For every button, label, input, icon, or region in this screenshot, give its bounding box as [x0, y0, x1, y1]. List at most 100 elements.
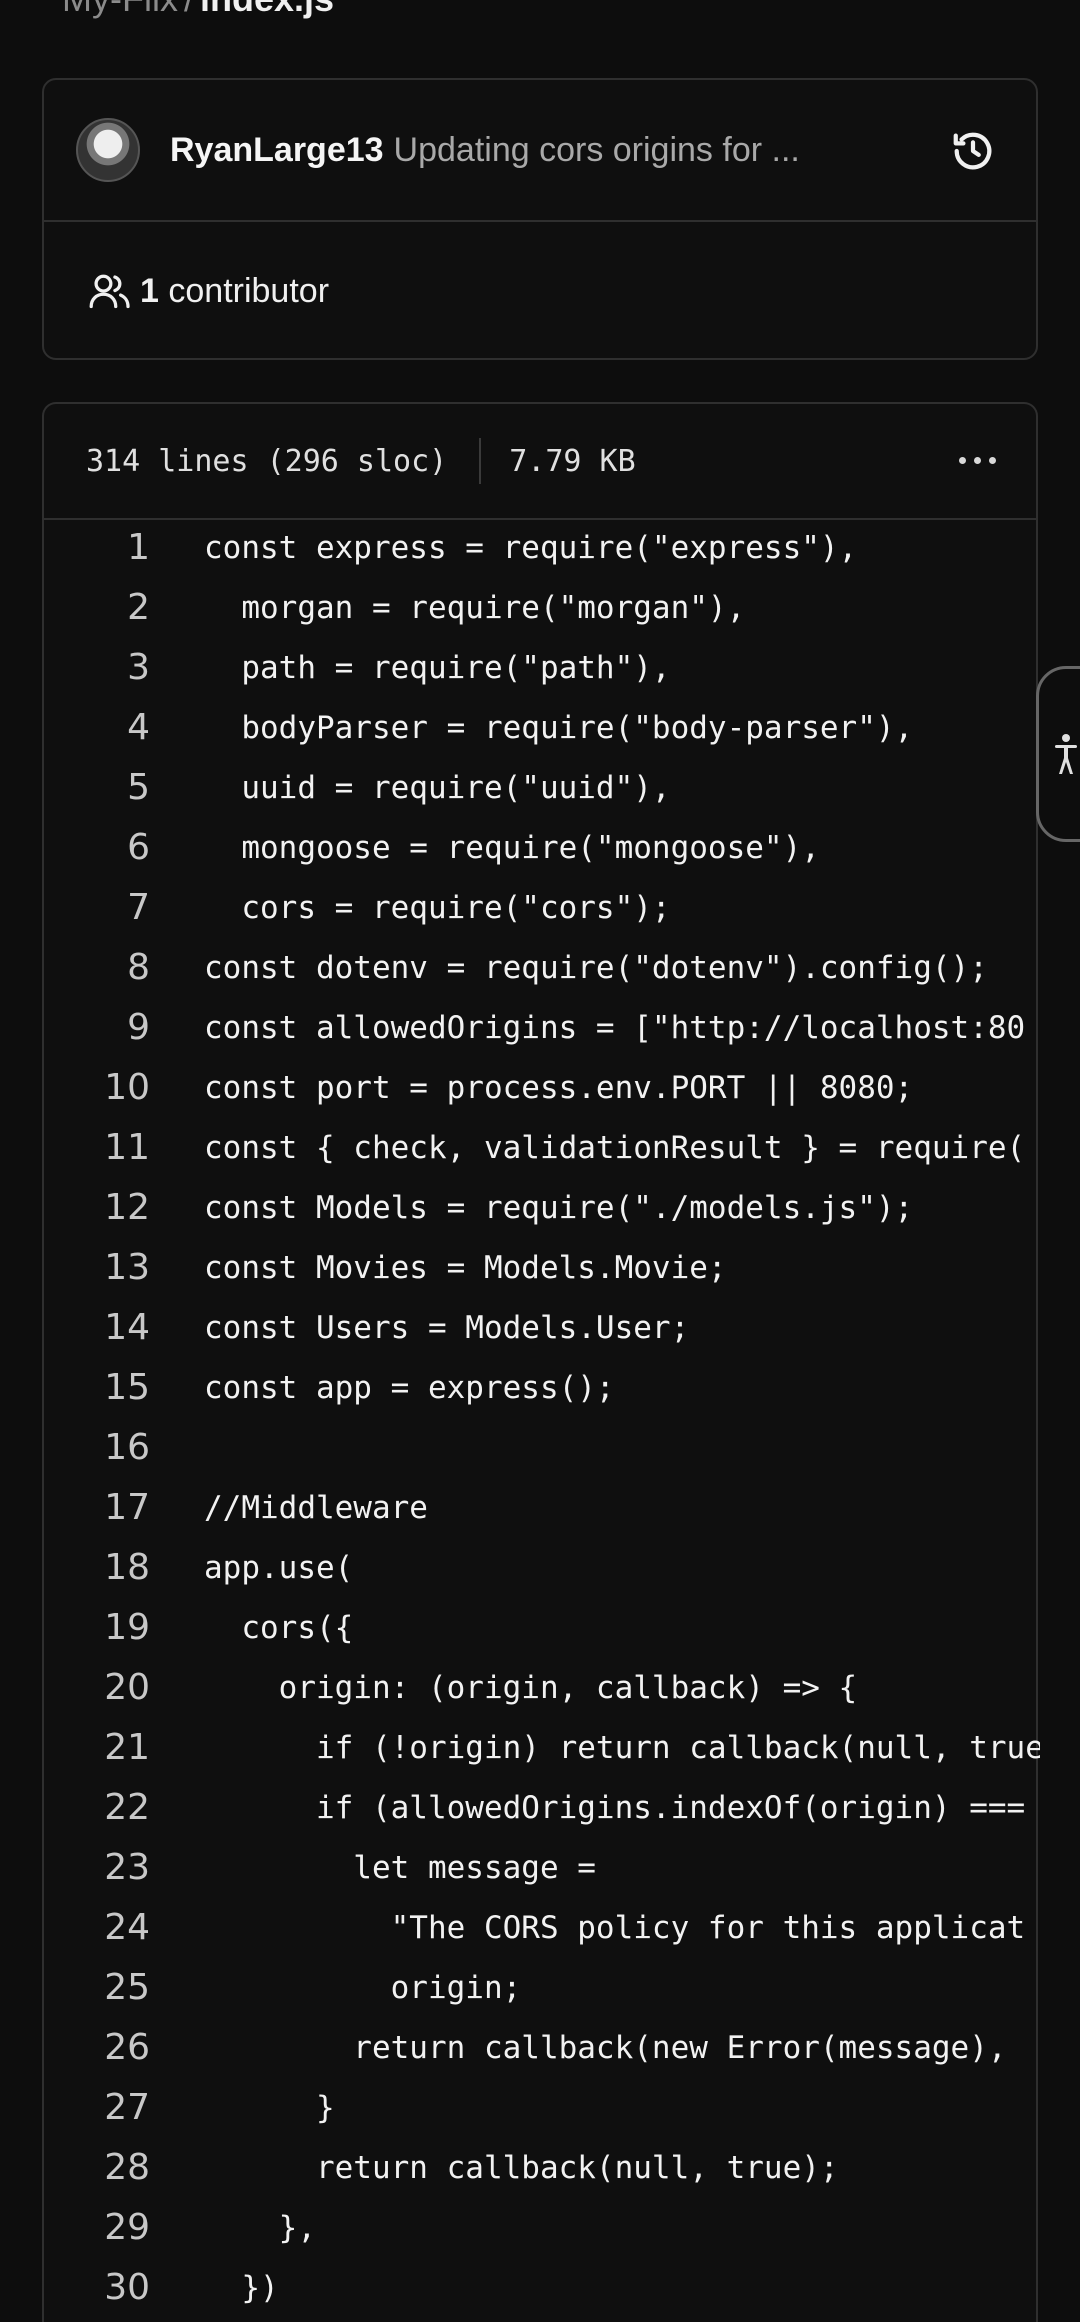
avatar[interactable] [76, 118, 140, 182]
line-code: if (!origin) return callback(null, true [204, 1730, 1040, 1766]
code-line: 6 mongoose = require("mongoose"), [44, 818, 1040, 878]
code-line: 10 const port = process.env.PORT || 8080; [44, 1058, 1040, 1118]
line-number[interactable]: 28 [44, 2138, 150, 2198]
code-line: 29 }, [44, 2198, 1040, 2258]
line-code: const app = express(); [204, 1370, 615, 1406]
line-code: bodyParser = require("body-parser"), [204, 710, 914, 746]
code-line: 11 const { check, validationResult } = re… [44, 1118, 1040, 1178]
code-line: 2 morgan = require("morgan"), [44, 578, 1040, 638]
line-number[interactable]: 29 [44, 2198, 150, 2258]
line-code: return callback(null, true); [204, 2150, 839, 2186]
commit-row[interactable]: RyanLarge13 Updating cors origins for ..… [44, 80, 1036, 222]
breadcrumb-file: index.js [200, 0, 334, 19]
code-line: 23 let message = [44, 1838, 1040, 1898]
code-line: 19 cors({ [44, 1598, 1040, 1658]
line-code: const { check, validationResult } = requ… [204, 1130, 1026, 1166]
line-number[interactable]: 12 [44, 1178, 150, 1238]
commit-message[interactable]: Updating cors origins for ... [394, 131, 800, 170]
line-number[interactable]: 16 [44, 1418, 150, 1478]
code-line: 30 }) [44, 2258, 1040, 2318]
line-number[interactable]: 27 [44, 2078, 150, 2138]
line-code: }) [204, 2270, 279, 2306]
file-size: 7.79 KB [509, 443, 636, 479]
line-number[interactable]: 9 [44, 998, 150, 1058]
line-number[interactable]: 8 [44, 938, 150, 998]
breadcrumb-repo-link[interactable]: My-Flix [62, 0, 178, 19]
line-number[interactable]: 19 [44, 1598, 150, 1658]
people-icon [89, 274, 130, 309]
code-line: 27 } [44, 2078, 1040, 2138]
accessibility-button[interactable] [1036, 666, 1080, 842]
line-code: const Movies = Models.Movie; [204, 1250, 727, 1286]
line-code: app.use( [204, 1550, 354, 1586]
line-number[interactable]: 13 [44, 1238, 150, 1298]
history-icon[interactable] [950, 128, 996, 174]
code-line: 1 const express = require("express"), [44, 518, 1040, 578]
line-code: //Middleware [204, 1490, 428, 1526]
line-code: const allowedOrigins = ["http://localhos… [204, 1010, 1026, 1046]
line-code: cors = require("cors"); [204, 890, 671, 926]
line-number[interactable]: 22 [44, 1778, 150, 1838]
line-number[interactable]: 23 [44, 1838, 150, 1898]
line-code: const dotenv = require("dotenv").config(… [204, 950, 988, 986]
commit-author[interactable]: RyanLarge13 [170, 131, 384, 170]
code-line: 4 bodyParser = require("body-parser"), [44, 698, 1040, 758]
line-code: const Models = require("./models.js"); [204, 1190, 914, 1226]
line-number[interactable]: 18 [44, 1538, 150, 1598]
code-line: 17 //Middleware [44, 1478, 1040, 1538]
line-number[interactable]: 2 [44, 578, 150, 638]
code-line: 5 uuid = require("uuid"), [44, 758, 1040, 818]
line-number[interactable]: 24 [44, 1898, 150, 1958]
code-line: 24 "The CORS policy for this applicat [44, 1898, 1040, 1958]
line-number[interactable]: 3 [44, 638, 150, 698]
line-number[interactable]: 20 [44, 1658, 150, 1718]
contributors-text: 1 contributor [140, 271, 330, 310]
line-code: }, [204, 2210, 316, 2246]
line-number[interactable]: 11 [44, 1118, 150, 1178]
code-line: 18 app.use( [44, 1538, 1040, 1598]
code-view[interactable]: 1 const express = require("express"), 2 mo… [44, 518, 1040, 2318]
line-code: return callback(new Error(message), [204, 2030, 1026, 2066]
line-code: const Users = Models.User; [204, 1310, 690, 1346]
file-lines-info: 314 lines (296 sloc) [86, 443, 448, 479]
code-line: 15 const app = express(); [44, 1358, 1040, 1418]
line-number[interactable]: 5 [44, 758, 150, 818]
line-code: } [204, 2090, 335, 2126]
line-code: origin; [204, 1970, 522, 2006]
contributors-row[interactable]: 1 contributor [44, 222, 1036, 360]
latest-commit-card: RyanLarge13 Updating cors origins for ..… [42, 78, 1038, 360]
line-code: uuid = require("uuid"), [204, 770, 671, 806]
breadcrumb: My-Flix / index.js [62, 0, 334, 20]
line-number[interactable]: 1 [44, 518, 150, 578]
line-number[interactable]: 6 [44, 818, 150, 878]
line-code: if (allowedOrigins.indexOf(origin) === [204, 1790, 1026, 1826]
line-number[interactable]: 30 [44, 2258, 150, 2318]
accessibility-icon [1055, 734, 1077, 774]
code-line: 9 const allowedOrigins = ["http://localho… [44, 998, 1040, 1058]
more-icon [958, 456, 966, 464]
line-number[interactable]: 7 [44, 878, 150, 938]
more-options-button[interactable] [950, 440, 1004, 480]
line-number[interactable]: 14 [44, 1298, 150, 1358]
line-number[interactable]: 21 [44, 1718, 150, 1778]
breadcrumb-separator: / [184, 0, 194, 19]
code-line: 26 return callback(new Error(message), [44, 2018, 1040, 2078]
code-line: 20 origin: (origin, callback) => { [44, 1658, 1040, 1718]
line-code: morgan = require("morgan"), [204, 590, 746, 626]
line-number[interactable]: 10 [44, 1058, 150, 1118]
line-number[interactable]: 26 [44, 2018, 150, 2078]
file-viewer: 314 lines (296 sloc) 7.79 KB 1 const expr… [42, 402, 1040, 2322]
line-code: origin: (origin, callback) => { [204, 1670, 858, 1706]
line-code: path = require("path"), [204, 650, 671, 686]
file-header: 314 lines (296 sloc) 7.79 KB [44, 404, 1036, 520]
code-line: 21 if (!origin) return callback(null, tr… [44, 1718, 1040, 1778]
line-number[interactable]: 4 [44, 698, 150, 758]
line-code: mongoose = require("mongoose"), [204, 830, 820, 866]
code-line: 8 const dotenv = require("dotenv").config… [44, 938, 1040, 998]
line-number[interactable]: 25 [44, 1958, 150, 2018]
line-number[interactable]: 17 [44, 1478, 150, 1538]
code-line: 12 const Models = require("./models.js"); [44, 1178, 1040, 1238]
line-code: const express = require("express"), [204, 530, 858, 566]
line-code: const port = process.env.PORT || 8080; [204, 1070, 914, 1106]
line-number[interactable]: 15 [44, 1358, 150, 1418]
